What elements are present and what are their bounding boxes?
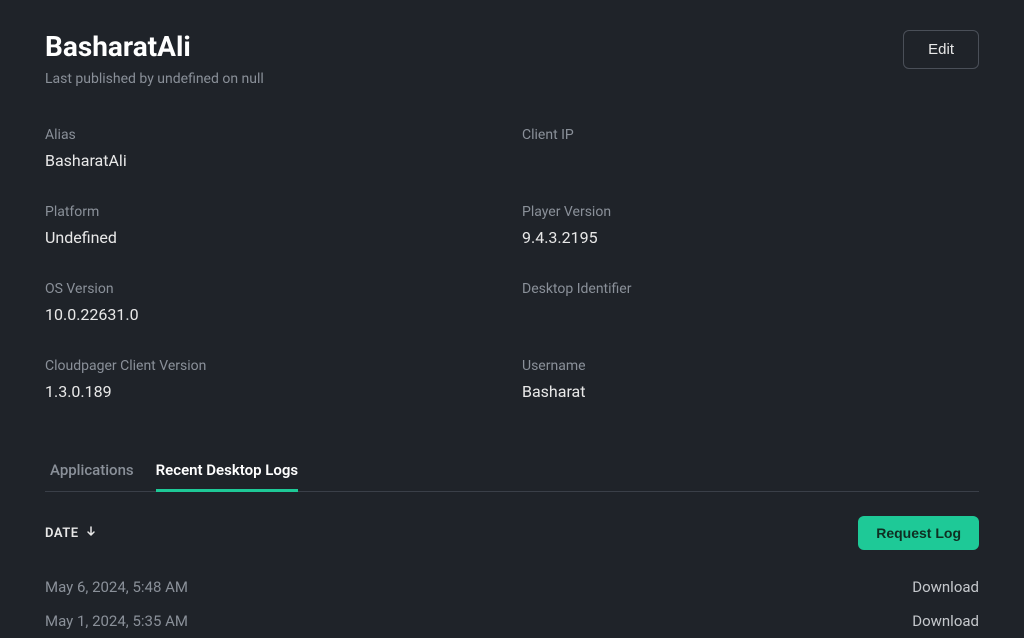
detail-username: Username Basharat	[522, 358, 979, 401]
date-column-header[interactable]: DATE	[45, 525, 97, 541]
detail-value: BasharatAli	[45, 151, 502, 170]
edit-button[interactable]: Edit	[903, 30, 979, 69]
detail-label: Platform	[45, 204, 502, 220]
detail-value: Undefined	[45, 228, 502, 247]
detail-label: Username	[522, 358, 979, 374]
detail-label: OS Version	[45, 281, 502, 297]
detail-cloudpager-version: Cloudpager Client Version 1.3.0.189	[45, 358, 502, 401]
detail-label: Cloudpager Client Version	[45, 358, 502, 374]
detail-value: Basharat	[522, 382, 979, 401]
page-title: BasharatAli	[45, 30, 264, 63]
detail-label: Player Version	[522, 204, 979, 220]
detail-desktop-identifier: Desktop Identifier	[522, 281, 979, 324]
detail-value: 1.3.0.189	[45, 382, 502, 401]
page-header: BasharatAli Last published by undefined …	[45, 30, 979, 87]
detail-label: Client IP	[522, 127, 979, 143]
log-date: May 1, 2024, 5:35 AM	[45, 612, 188, 630]
sort-down-icon	[85, 525, 97, 541]
detail-os-version: OS Version 10.0.22631.0	[45, 281, 502, 324]
tab-applications[interactable]: Applications	[50, 451, 134, 492]
date-header-label: DATE	[45, 526, 79, 541]
detail-platform: Platform Undefined	[45, 204, 502, 247]
table-header: DATE Request Log	[45, 516, 979, 550]
tab-recent-desktop-logs[interactable]: Recent Desktop Logs	[156, 451, 298, 492]
detail-value: 10.0.22631.0	[45, 305, 502, 324]
download-link[interactable]: Download	[912, 612, 979, 630]
header-left: BasharatAli Last published by undefined …	[45, 30, 264, 87]
detail-value: 9.4.3.2195	[522, 228, 979, 247]
page-subtitle: Last published by undefined on null	[45, 71, 264, 87]
detail-client-ip: Client IP	[522, 127, 979, 170]
detail-label: Alias	[45, 127, 502, 143]
detail-alias: Alias BasharatAli	[45, 127, 502, 170]
details-grid: Alias BasharatAli Client IP Platform Und…	[45, 127, 979, 401]
log-date: May 6, 2024, 5:48 AM	[45, 578, 188, 596]
table-row: May 6, 2024, 5:48 AM Download	[45, 570, 979, 604]
detail-player-version: Player Version 9.4.3.2195	[522, 204, 979, 247]
table-row: May 1, 2024, 5:35 AM Download	[45, 604, 979, 638]
request-log-button[interactable]: Request Log	[858, 516, 979, 550]
detail-label: Desktop Identifier	[522, 281, 979, 297]
tabs: Applications Recent Desktop Logs	[45, 451, 979, 492]
download-link[interactable]: Download	[912, 578, 979, 596]
